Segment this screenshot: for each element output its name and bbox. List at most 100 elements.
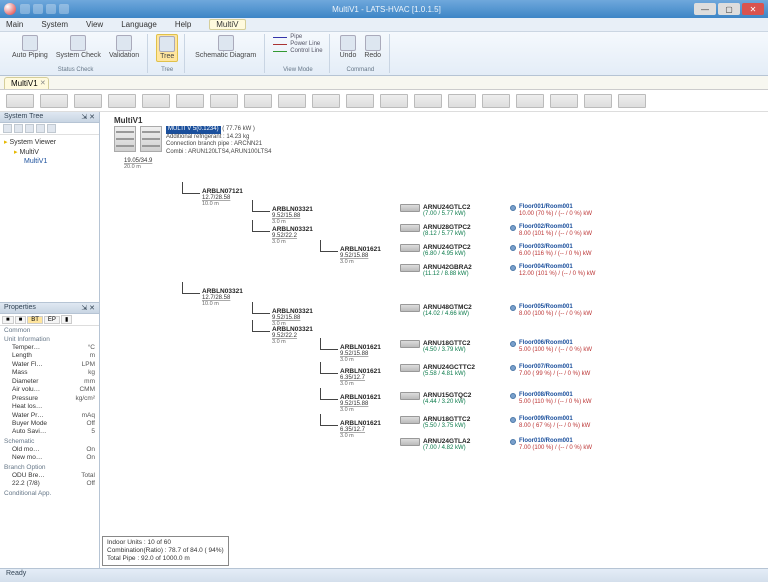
branch-node[interactable]: ARBLN033219.52/22.23.0 m (272, 226, 313, 245)
tree-tool-icon[interactable] (36, 124, 45, 133)
tree-button[interactable]: Tree (156, 34, 178, 62)
unit-thumb[interactable] (6, 94, 34, 108)
room-node[interactable]: Floor006/Room0015.00 (100 %) / (-- / 0 %… (510, 340, 592, 354)
tree-tool-icon[interactable] (25, 124, 34, 133)
prop-row[interactable]: Masskg (4, 369, 99, 377)
prop-row[interactable]: Pressurekg/cm² (4, 395, 99, 403)
pin-icon[interactable]: ⇲ ✕ (81, 304, 95, 312)
prop-row[interactable]: Diametermm (4, 378, 99, 386)
unit-thumb[interactable] (244, 94, 272, 108)
room-node[interactable]: Floor004/Room00112.00 (101 %) / (-- / 0 … (510, 264, 595, 278)
branch-node[interactable]: ARBLN016219.52/15.883.0 m (340, 246, 381, 265)
unit-thumb[interactable] (414, 94, 442, 108)
unit-thumb[interactable] (176, 94, 204, 108)
unit-thumb[interactable] (380, 94, 408, 108)
unit-thumb[interactable] (550, 94, 578, 108)
props-tab[interactable]: ▮ (61, 315, 72, 324)
unit-thumb[interactable] (584, 94, 612, 108)
menu-view[interactable]: View (86, 20, 103, 29)
legend-pipe[interactable]: Pipe (273, 34, 322, 40)
qat-undo-icon[interactable] (33, 4, 43, 14)
diagram-canvas[interactable]: MultiV1 MULTI V 5(0.1234) ( 77.76 kW ) A… (100, 112, 768, 568)
schematic-button[interactable]: Schematic Diagram (193, 34, 258, 60)
prop-row[interactable]: ODU Bre…Total (4, 472, 99, 480)
prop-row[interactable]: Water Fl…LPM (4, 361, 99, 369)
unit-thumb[interactable] (142, 94, 170, 108)
legend-control[interactable]: Control Line (273, 48, 322, 54)
prop-row[interactable]: New mo…On (4, 454, 99, 462)
tree-tool-icon[interactable] (14, 124, 23, 133)
legend-power[interactable]: Power Line (273, 41, 322, 47)
prop-row[interactable]: Water Pr…mAq (4, 412, 99, 420)
unit-thumb[interactable] (210, 94, 238, 108)
tab-close-icon[interactable]: ✕ (40, 79, 46, 87)
prop-row[interactable]: 22.2 (7/8)Off (4, 480, 99, 488)
indoor-unit[interactable]: ARNU28GTPC2(8.12 / 5.77 kW) (400, 224, 471, 238)
prop-row[interactable]: Auto Savi…5 (4, 428, 99, 436)
branch-node[interactable]: ARBLN0332112.7/28.5810.0 m (202, 288, 243, 307)
room-node[interactable]: Floor007/Room0017.00 ( 99 %) / (-- / 0 %… (510, 364, 590, 378)
minimize-button[interactable]: — (694, 3, 716, 15)
branch-node[interactable]: ARBLN033219.52/15.883.0 m (272, 308, 313, 327)
room-node[interactable]: Floor010/Room0017.00 (100 %) / (-- / 0 %… (510, 438, 592, 452)
branch-node[interactable]: ARBLN033219.52/22.23.0 m (272, 326, 313, 345)
prop-row[interactable]: Air volu…CMM (4, 386, 99, 394)
room-node[interactable]: Floor009/Room0018.00 ( 67 %) / (-- / 0 %… (510, 416, 590, 430)
tree-node-multiv1[interactable]: MultiV1 (4, 157, 95, 166)
indoor-unit[interactable]: ARNU24GTPC2(6.80 / 4.95 kW) (400, 244, 471, 258)
validation-button[interactable]: Validation (107, 34, 141, 60)
menu-multiv[interactable]: MultiV (209, 19, 245, 30)
unit-thumb[interactable] (312, 94, 340, 108)
unit-thumb[interactable] (278, 94, 306, 108)
qat-more-icon[interactable] (59, 4, 69, 14)
unit-thumb[interactable] (40, 94, 68, 108)
indoor-unit[interactable]: ARNU15GTQC2(4.44 / 3.20 kW) (400, 392, 471, 406)
indoor-unit[interactable]: ARNU24GCTTC2(5.58 / 4.81 kW) (400, 364, 475, 378)
branch-node[interactable]: ARBLN016219.52/15.883.0 m (340, 394, 381, 413)
qat-redo-icon[interactable] (46, 4, 56, 14)
redo-button[interactable]: Redo (362, 34, 383, 60)
unit-thumb[interactable] (346, 94, 374, 108)
auto-piping-button[interactable]: Auto Piping (10, 34, 50, 60)
room-node[interactable]: Floor008/Room0015.00 (110 %) / (-- / 0 %… (510, 392, 592, 406)
maximize-button[interactable]: ▢ (718, 3, 740, 15)
outdoor-unit-block[interactable]: MULTI V 5(0.1234) ( 77.76 kW ) Additiona… (114, 126, 272, 156)
unit-thumb[interactable] (448, 94, 476, 108)
tree-root[interactable]: System Viewer (4, 137, 95, 147)
tree-tool-icon[interactable] (47, 124, 56, 133)
prop-row[interactable]: Heat los… (4, 403, 99, 411)
room-node[interactable]: Floor001/Room00110.00 (70 %) / (-- / 0 %… (510, 204, 592, 218)
tab-multiv1[interactable]: MultiV1 ✕ (4, 77, 49, 89)
indoor-unit[interactable]: ARNU48GTMC2(14.02 / 4.66 kW) (400, 304, 472, 318)
qat-save-icon[interactable] (20, 4, 30, 14)
branch-node[interactable]: ARBLN016216.35/12.73.0 m (340, 420, 381, 439)
app-orb-icon[interactable] (4, 3, 16, 15)
props-tab[interactable]: BT (27, 316, 43, 324)
prop-row[interactable]: Temper…°C (4, 344, 99, 352)
branch-node[interactable]: ARBLN016216.35/12.73.0 m (340, 368, 381, 387)
props-tab[interactable]: EP (44, 316, 60, 324)
system-check-button[interactable]: System Check (54, 34, 103, 60)
branch-node[interactable]: ARBLN0712112.7/28.5810.0 m (202, 188, 243, 207)
indoor-unit[interactable]: ARNU18GTTC2(5.50 / 3.75 kW) (400, 416, 470, 430)
pin-icon[interactable]: ⇲ ✕ (81, 113, 95, 121)
branch-node[interactable]: ARBLN016219.52/15.883.0 m (340, 344, 381, 363)
menu-help[interactable]: Help (175, 20, 191, 29)
props-tab[interactable]: ■ (15, 316, 27, 324)
props-tab[interactable]: ■ (2, 316, 14, 324)
branch-node[interactable]: ARBLN033219.52/15.883.0 m (272, 206, 313, 225)
prop-row[interactable]: Old mo…On (4, 446, 99, 454)
tree-tool-icon[interactable] (3, 124, 12, 133)
unit-thumb[interactable] (74, 94, 102, 108)
indoor-unit[interactable]: ARNU42GBRA2(11.12 / 8.88 kW) (400, 264, 472, 278)
indoor-unit[interactable]: ARNU24GTLA2(7.00 / 4.82 kW) (400, 438, 470, 452)
unit-thumb[interactable] (516, 94, 544, 108)
unit-thumb[interactable] (618, 94, 646, 108)
room-node[interactable]: Floor005/Room0018.00 (100 %) / (-- / 0 %… (510, 304, 592, 318)
indoor-unit[interactable]: ARNU18GTTC2(4.50 / 3.79 kW) (400, 340, 470, 354)
unit-thumb[interactable] (482, 94, 510, 108)
menu-language[interactable]: Language (121, 20, 157, 29)
unit-thumb[interactable] (108, 94, 136, 108)
tree-node-multiv[interactable]: MultiV (4, 147, 95, 157)
room-node[interactable]: Floor003/Room0016.00 (116 %) / (-- / 0 %… (510, 244, 592, 258)
